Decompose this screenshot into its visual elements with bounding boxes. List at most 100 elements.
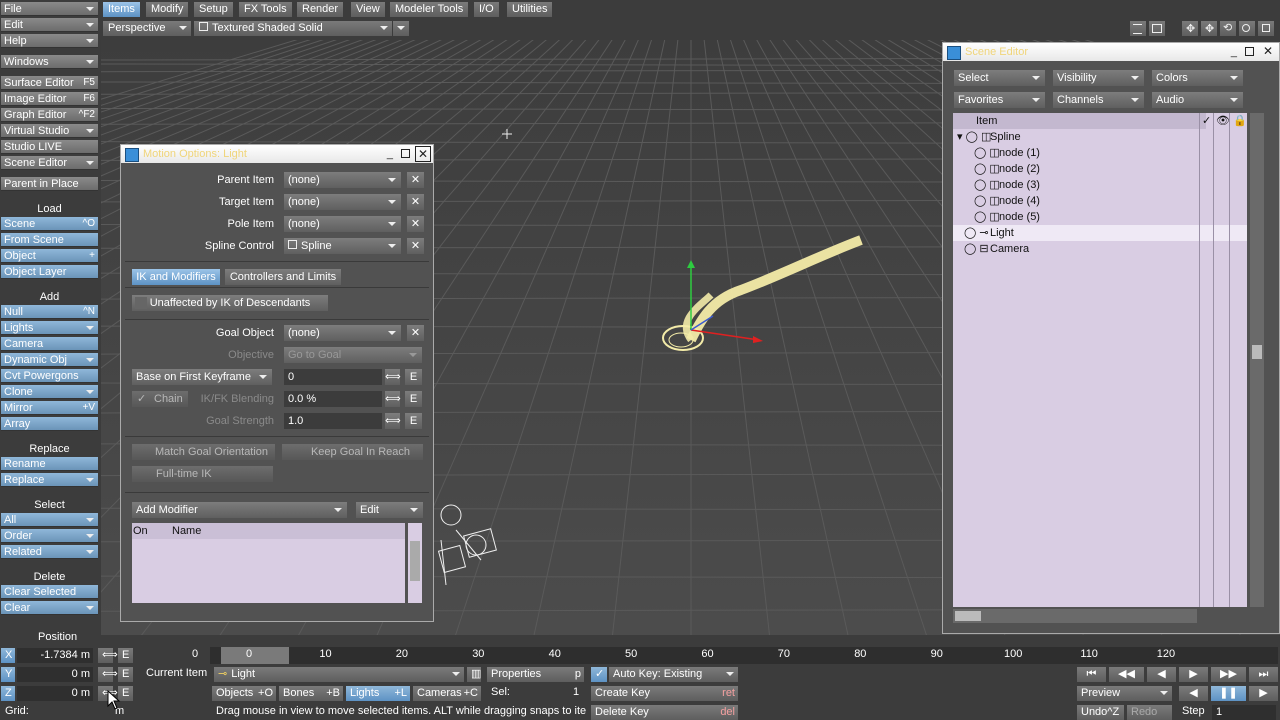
- target-item-clear-button[interactable]: ✕: [407, 194, 424, 210]
- current-item-dropdown[interactable]: ⊸ Light: [214, 667, 464, 682]
- timeline-slider[interactable]: [221, 647, 289, 664]
- scene-item-camera[interactable]: ◯ ⊟ Camera: [953, 241, 1206, 257]
- pan-view-icon[interactable]: ✥: [1201, 21, 1217, 36]
- tab-setup[interactable]: Setup: [194, 2, 233, 17]
- load-scene-button[interactable]: Scene ^O: [1, 217, 98, 231]
- parent-item-clear-button[interactable]: ✕: [407, 172, 424, 188]
- object-layer-button[interactable]: Object Layer: [1, 265, 98, 279]
- y-axis-toggle[interactable]: Y: [1, 667, 15, 682]
- next-key-button[interactable]: ▶▶: [1211, 667, 1246, 682]
- restore-icon[interactable]: [1245, 47, 1254, 56]
- tab-view[interactable]: View: [351, 2, 385, 17]
- tab-fx-tools[interactable]: FX Tools: [239, 2, 292, 17]
- y-position-field[interactable]: 0 m: [17, 667, 93, 682]
- modifier-list-scrollbar[interactable]: [408, 523, 422, 603]
- ikfk-blending-stepper[interactable]: ⟺: [385, 391, 401, 407]
- spline-control-clear-button[interactable]: ✕: [407, 238, 424, 254]
- x-axis-toggle[interactable]: X: [1, 648, 15, 663]
- shading-dropdown[interactable]: Textured Shaded Solid: [194, 21, 392, 36]
- ikfk-envelope-button[interactable]: E: [405, 391, 422, 407]
- minimize-icon[interactable]: _: [387, 145, 393, 163]
- view-mode-dropdown[interactable]: Perspective: [103, 21, 191, 36]
- goal-strength-stepper[interactable]: ⟺: [385, 413, 401, 429]
- tab-items[interactable]: Items: [103, 2, 140, 17]
- tab-utilities[interactable]: Utilities: [507, 2, 553, 17]
- match-goal-orientation-toggle[interactable]: Match Goal Orientation: [132, 444, 275, 460]
- viewport-options-dropdown[interactable]: [393, 21, 409, 36]
- chain-toggle[interactable]: ✓ Chain: [132, 391, 188, 407]
- motion-options-titlebar[interactable]: Motion Options: Light _ ✕: [121, 145, 433, 163]
- viewport-list-icon[interactable]: [1130, 21, 1146, 36]
- mirror-button[interactable]: Mirror +V: [1, 401, 98, 415]
- play-forward-button[interactable]: ▶: [1249, 686, 1278, 701]
- prev-frame-button[interactable]: ◀: [1147, 667, 1176, 682]
- zoom-view-icon[interactable]: [1239, 21, 1255, 36]
- replace-menu[interactable]: Replace: [1, 473, 98, 487]
- y-envelope-button[interactable]: E: [118, 667, 133, 682]
- goal-object-clear-button[interactable]: ✕: [407, 325, 424, 341]
- move-view-icon[interactable]: ✥: [1182, 21, 1198, 36]
- auto-key-dropdown[interactable]: Auto Key: Existing: [609, 667, 738, 682]
- pole-item-clear-button[interactable]: ✕: [407, 216, 424, 232]
- lights-filter-button[interactable]: Lights +L: [346, 686, 410, 701]
- pause-button[interactable]: ❚❚: [1211, 686, 1246, 701]
- bones-filter-button[interactable]: Bones +B: [279, 686, 343, 701]
- favorites-dropdown[interactable]: Favorites: [954, 92, 1045, 108]
- minimize-icon[interactable]: _: [1231, 43, 1237, 61]
- tab-modify[interactable]: Modify: [146, 2, 189, 17]
- x-position-field[interactable]: -1.7384 m: [17, 648, 93, 663]
- item-options-icon[interactable]: ▥: [467, 667, 481, 682]
- dynamic-obj-menu[interactable]: Dynamic Obj: [1, 353, 98, 367]
- goal-strength-field[interactable]: 1.0: [284, 413, 382, 429]
- graph-editor-button[interactable]: Graph Editor ^F2: [1, 108, 98, 122]
- z-axis-toggle[interactable]: Z: [1, 686, 15, 701]
- x-envelope-button[interactable]: E: [118, 648, 133, 663]
- scene-item-light[interactable]: ◯ ⊸ Light: [953, 225, 1247, 241]
- help-menu[interactable]: Help: [1, 34, 98, 48]
- clear-selected-button[interactable]: Clear Selected: [1, 585, 98, 599]
- select-dropdown[interactable]: Select: [954, 70, 1045, 86]
- windows-menu[interactable]: Windows: [1, 55, 98, 69]
- add-lights-menu[interactable]: Lights: [1, 321, 98, 335]
- studio-live-button[interactable]: Studio LIVE: [1, 140, 98, 154]
- z-position-field[interactable]: 0 m: [17, 686, 93, 701]
- objective-dropdown[interactable]: Go to Goal: [284, 347, 422, 363]
- play-reverse-button[interactable]: ◀: [1179, 686, 1208, 701]
- expand-view-icon[interactable]: [1258, 21, 1274, 36]
- tab-render[interactable]: Render: [297, 2, 344, 17]
- scene-editor-button[interactable]: Scene Editor: [1, 156, 98, 170]
- rotate-view-icon[interactable]: ⟲: [1220, 21, 1236, 36]
- scene-item-node-4[interactable]: ◯ ◫ node (4): [953, 193, 1206, 209]
- virtual-studio-button[interactable]: Virtual Studio: [1, 124, 98, 138]
- ikfk-blending-field[interactable]: 0.0 %: [284, 391, 382, 407]
- parent-item-dropdown[interactable]: (none): [284, 172, 401, 188]
- base-on-first-keyframe-dropdown[interactable]: Base on First Keyframe: [132, 369, 272, 385]
- y-stepper[interactable]: ⟺: [98, 667, 118, 682]
- modifier-edit-dropdown[interactable]: Edit: [356, 502, 423, 518]
- restore-icon[interactable]: [401, 149, 410, 158]
- visibility-dropdown[interactable]: Visibility: [1053, 70, 1144, 86]
- scene-editor-titlebar[interactable]: Scene Editor _ ✕: [943, 43, 1279, 61]
- edit-menu[interactable]: Edit: [1, 18, 98, 32]
- clear-menu[interactable]: Clear: [1, 601, 98, 615]
- goal-object-dropdown[interactable]: (none): [284, 325, 401, 341]
- objects-filter-button[interactable]: Objects +O: [212, 686, 276, 701]
- scene-item-spline[interactable]: ▾ ◯ ◫ Spline: [953, 129, 1206, 145]
- base-keyframe-envelope-button[interactable]: E: [405, 369, 422, 385]
- select-related-menu[interactable]: Related: [1, 545, 98, 559]
- select-order-menu[interactable]: Order: [1, 529, 98, 543]
- add-null-button[interactable]: Null ^N: [1, 305, 98, 319]
- base-keyframe-stepper[interactable]: ⟺: [385, 369, 401, 385]
- image-editor-button[interactable]: Image Editor F6: [1, 92, 98, 106]
- tab-controllers-and-limits[interactable]: Controllers and Limits: [225, 269, 341, 285]
- preview-dropdown[interactable]: Preview: [1077, 686, 1172, 701]
- rename-button[interactable]: Rename: [1, 457, 98, 471]
- tab-ik-and-modifiers[interactable]: IK and Modifiers: [132, 269, 220, 285]
- auto-key-check-icon[interactable]: ✓: [591, 667, 607, 682]
- tab-modeler-tools[interactable]: Modeler Tools: [390, 2, 469, 17]
- surface-editor-button[interactable]: Surface Editor F5: [1, 76, 98, 90]
- delete-key-button[interactable]: Delete Key del: [591, 705, 738, 720]
- colors-dropdown[interactable]: Colors: [1152, 70, 1243, 86]
- cameras-filter-button[interactable]: Cameras +C: [413, 686, 481, 701]
- undo-button[interactable]: Undo^Z: [1077, 705, 1124, 720]
